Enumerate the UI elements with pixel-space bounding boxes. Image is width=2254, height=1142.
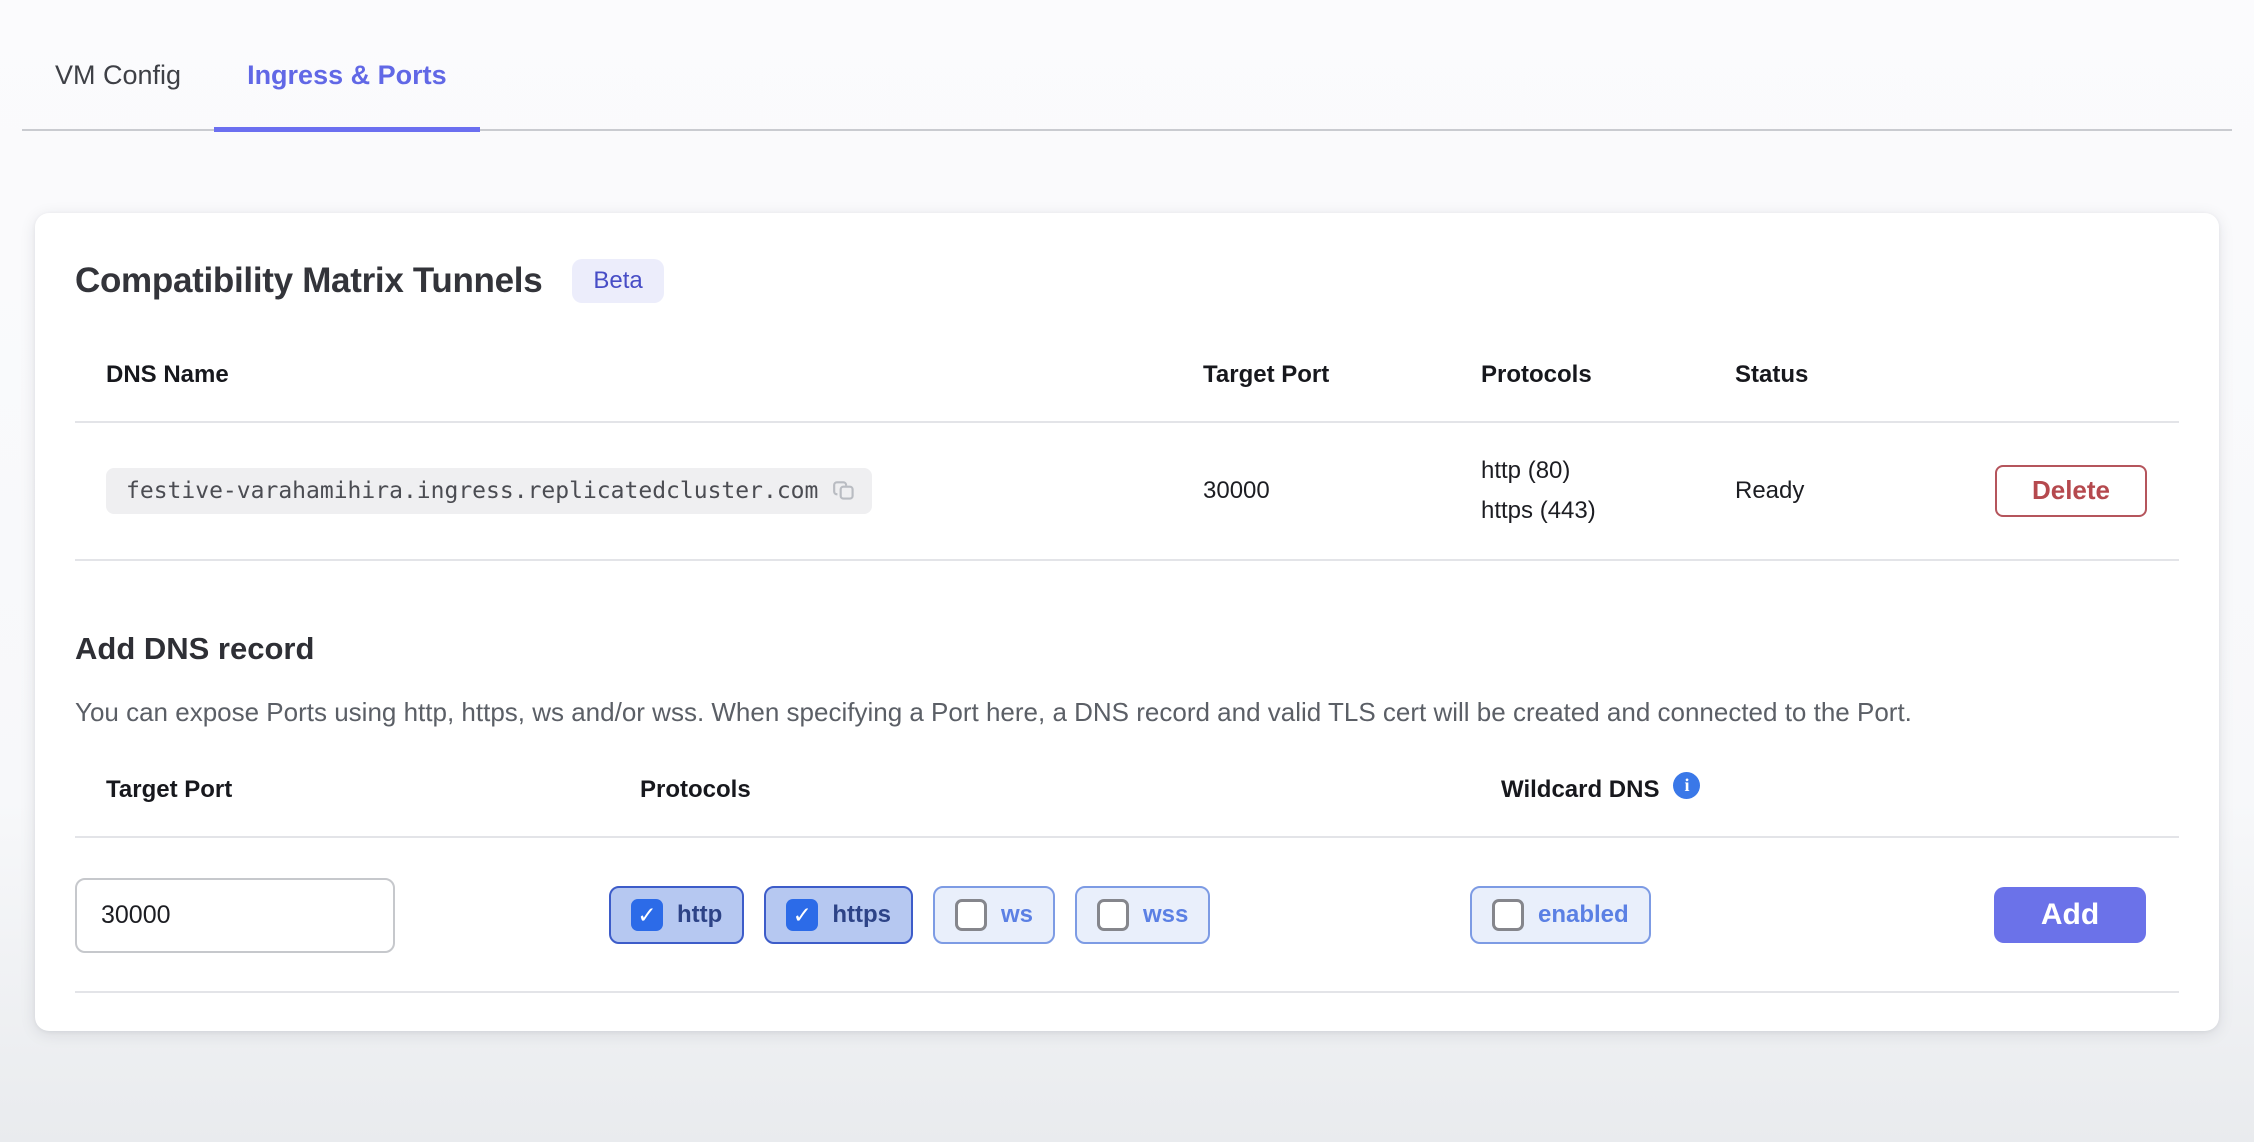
- tunnels-card: Compatibility Matrix Tunnels Beta DNS Na…: [35, 213, 2219, 1031]
- checkbox-icon: [1097, 899, 1129, 931]
- column-header-target-port: Target Port: [1203, 361, 1481, 389]
- protocol-chips: http https ws wss: [609, 886, 1470, 944]
- tab-bar: VM Config Ingress & Ports: [22, 0, 2232, 131]
- tunnels-table: DNS Name Target Port Protocols Status fe…: [75, 337, 2179, 561]
- target-port-cell: 30000: [1203, 477, 1481, 505]
- protocol-chip-https[interactable]: https: [764, 886, 913, 944]
- table-row: festive-varahamihira.ingress.replicatedc…: [75, 423, 2179, 561]
- wildcard-dns-label-text: Wildcard DNS: [1501, 776, 1659, 804]
- dns-name-cell: festive-varahamihira.ingress.replicatedc…: [75, 468, 1203, 514]
- protocol-line-http: http (80): [1481, 451, 1735, 491]
- dns-name-value: festive-varahamihira.ingress.replicatedc…: [126, 478, 818, 504]
- column-header-dns-name: DNS Name: [75, 361, 1203, 389]
- chip-label: ws: [1001, 901, 1033, 929]
- checkbox-icon: [786, 899, 818, 931]
- status-cell: Ready: [1735, 477, 1995, 505]
- delete-button[interactable]: Delete: [1995, 465, 2147, 517]
- protocol-chip-ws[interactable]: ws: [933, 886, 1055, 944]
- add-dns-record-description: You can expose Ports using http, https, …: [75, 693, 2155, 732]
- protocols-cell: http (80) https (443): [1481, 451, 1735, 531]
- label-wildcard-dns: Wildcard DNS: [1501, 776, 1994, 804]
- column-header-status: Status: [1735, 361, 1995, 389]
- checkbox-icon: [631, 899, 663, 931]
- add-button[interactable]: Add: [1994, 887, 2146, 943]
- protocol-line-https: https (443): [1481, 491, 1735, 531]
- chip-label: enabled: [1538, 901, 1629, 929]
- info-icon[interactable]: [1673, 772, 1700, 799]
- beta-badge: Beta: [572, 259, 663, 303]
- chip-label: https: [832, 901, 891, 929]
- page-title: Compatibility Matrix Tunnels: [75, 261, 542, 301]
- wildcard-enabled-chip[interactable]: enabled: [1470, 886, 1651, 944]
- tab-vm-config[interactable]: VM Config: [22, 60, 214, 132]
- target-port-field-cell: [75, 878, 609, 953]
- chip-label: wss: [1143, 901, 1188, 929]
- wildcard-dns-cell: enabled: [1470, 886, 1963, 944]
- form-labels-row: Target Port Protocols Wildcard DNS: [75, 776, 2179, 838]
- copy-icon[interactable]: [832, 478, 858, 504]
- column-header-protocols: Protocols: [1481, 361, 1735, 389]
- checkbox-icon: [955, 899, 987, 931]
- protocol-chip-wss[interactable]: wss: [1075, 886, 1210, 944]
- table-header-row: DNS Name Target Port Protocols Status: [75, 337, 2179, 423]
- target-port-input[interactable]: [75, 878, 395, 953]
- add-dns-form-row: http https ws wss enabled Add: [75, 838, 2179, 993]
- label-protocols: Protocols: [640, 776, 1501, 804]
- dns-name-pill: festive-varahamihira.ingress.replicatedc…: [106, 468, 872, 514]
- card-title-row: Compatibility Matrix Tunnels Beta: [75, 259, 2179, 303]
- protocol-chip-http[interactable]: http: [609, 886, 744, 944]
- label-target-port: Target Port: [106, 776, 640, 804]
- add-dns-record-heading: Add DNS record: [75, 631, 2179, 667]
- checkbox-icon: [1492, 899, 1524, 931]
- chip-label: http: [677, 901, 722, 929]
- tab-ingress-ports[interactable]: Ingress & Ports: [214, 60, 480, 132]
